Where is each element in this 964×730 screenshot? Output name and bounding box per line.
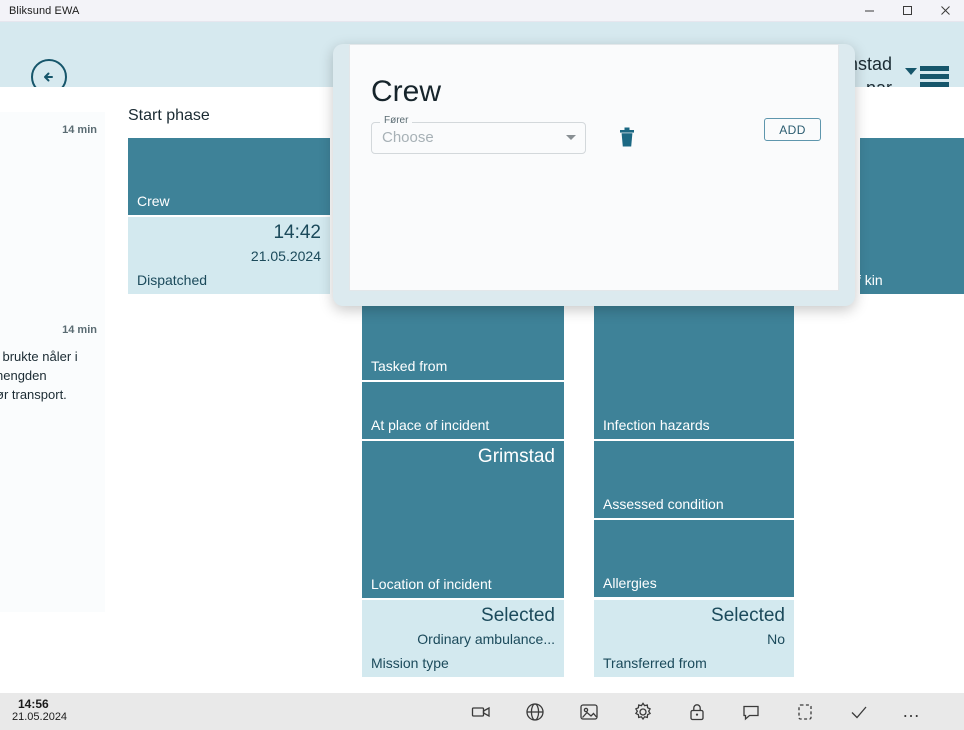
taskbar-clock[interactable]: 14:56 21.05.2024: [12, 697, 67, 723]
note-line-3: ør transport.: [0, 387, 67, 402]
tile-tasked-from[interactable]: Tasked from: [362, 303, 564, 380]
chat-bubble-icon[interactable]: [740, 701, 762, 723]
maximize-icon[interactable]: [888, 0, 926, 22]
lock-icon[interactable]: [686, 701, 708, 723]
select-legend: Fører: [380, 115, 413, 126]
minimize-icon[interactable]: [850, 0, 888, 22]
note-line-2: nengden: [0, 368, 47, 383]
tile-value-time: 14:42: [273, 222, 321, 243]
window-controls: [850, 0, 964, 22]
tile-dispatched[interactable]: 14:42 21.05.2024 Dispatched: [128, 217, 330, 294]
tile-value: No: [767, 631, 785, 647]
tile-label: Assessed condition: [603, 496, 724, 512]
tile-next-of-kin[interactable]: f kin: [860, 138, 964, 294]
video-camera-icon[interactable]: [470, 701, 492, 723]
duration-label-2: 14 min: [62, 324, 97, 336]
overflow-icon[interactable]: …: [902, 701, 921, 722]
tile-label: Infection hazards: [603, 417, 710, 433]
tile-location-of-incident[interactable]: Grimstad Location of incident: [362, 441, 564, 598]
tile-mission-type[interactable]: Selected Ordinary ambulance... Mission t…: [362, 600, 564, 677]
tile-label: Transferred from: [603, 655, 707, 671]
tile-allergies[interactable]: Allergies: [594, 520, 794, 597]
tile-label: f kin: [860, 272, 883, 288]
taskbar-date: 21.05.2024: [12, 711, 68, 723]
tile-label: At place of incident: [371, 417, 490, 433]
checkmark-icon[interactable]: [848, 701, 870, 723]
trash-icon[interactable]: [616, 126, 638, 150]
app-root: Bliksund EWA Manoevsannen Grimstad nar: [0, 0, 964, 730]
gear-icon[interactable]: [632, 701, 654, 723]
timeline-left-panel: 14 min 14 min l brukte nåler i nengden ø…: [0, 112, 105, 612]
tile-label: Crew: [137, 193, 170, 209]
tile-crew[interactable]: Crew: [128, 138, 330, 215]
tile-label: Location of incident: [371, 576, 492, 592]
tile-transferred-from[interactable]: Selected No Transferred from: [594, 600, 794, 677]
forer-select-field[interactable]: Fører Choose: [371, 115, 586, 154]
image-icon[interactable]: [578, 701, 600, 723]
tile-status: Selected: [711, 605, 785, 626]
chevron-down-icon[interactable]: [566, 135, 576, 140]
window-titlebar: Bliksund EWA: [0, 0, 964, 22]
select-placeholder: Choose: [382, 129, 434, 146]
note-line-1: l brukte nåler i: [0, 349, 78, 364]
window-title: Bliksund EWA: [9, 4, 80, 17]
tile-value-date: 21.05.2024: [250, 248, 321, 264]
duration-label-1: 14 min: [62, 124, 97, 136]
tile-value: Ordinary ambulance...: [417, 631, 555, 647]
scan-icon[interactable]: [794, 701, 816, 723]
tile-infection-hazards[interactable]: Infection hazards: [594, 303, 794, 439]
taskbar-tray: …: [470, 693, 964, 730]
tile-label: Mission type: [371, 655, 449, 671]
tile-status: Selected: [481, 605, 555, 626]
tile-label: Dispatched: [137, 272, 208, 288]
tile-at-place-of-incident[interactable]: At place of incident: [362, 382, 564, 439]
column-heading-start-phase: Start phase: [128, 107, 210, 124]
windows-taskbar: 14:56 21.05.2024 …: [0, 693, 964, 730]
tile-label: Allergies: [603, 575, 657, 591]
modal-title: Crew: [371, 75, 442, 108]
tile-value: Grimstad: [477, 446, 555, 467]
add-button[interactable]: ADD: [764, 118, 821, 141]
tile-assessed-condition[interactable]: Assessed condition: [594, 441, 794, 518]
hamburger-menu-icon[interactable]: [903, 62, 951, 90]
close-icon[interactable]: [926, 0, 964, 22]
crew-modal-dialog: Crew: [349, 44, 839, 291]
globe-icon[interactable]: [524, 701, 546, 723]
tile-label: Tasked from: [371, 358, 448, 374]
taskbar-time: 14:56: [18, 697, 49, 711]
